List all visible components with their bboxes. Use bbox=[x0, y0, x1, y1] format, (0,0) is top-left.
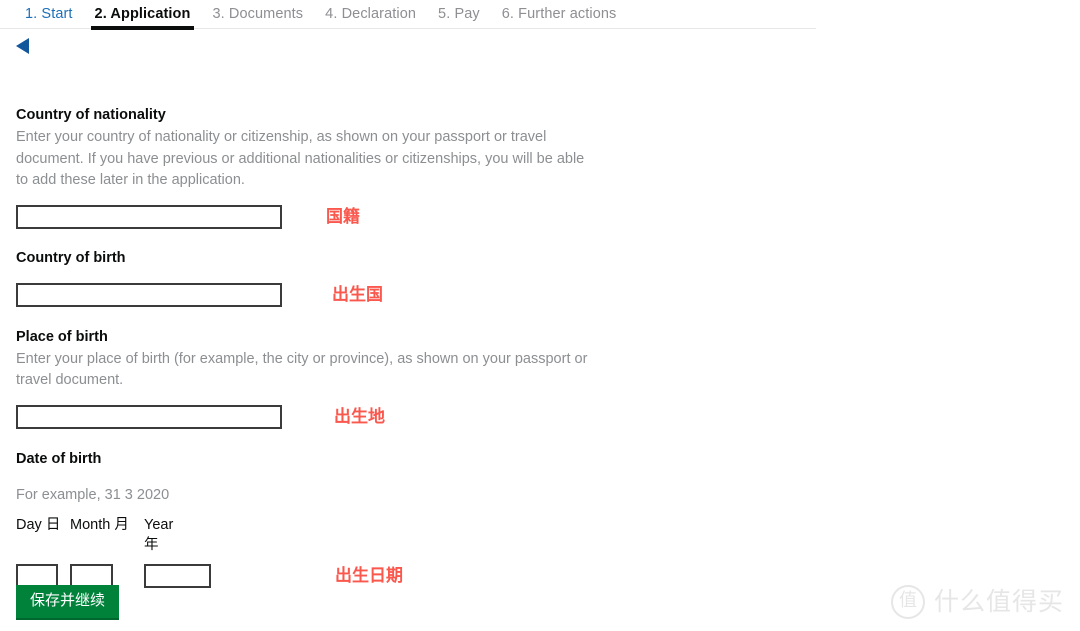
nationality-input[interactable] bbox=[16, 204, 282, 229]
field-country-of-nationality: Country of nationality Enter your countr… bbox=[16, 105, 1056, 229]
tab-start[interactable]: 1. Start bbox=[14, 0, 84, 30]
back-triangle-icon[interactable] bbox=[16, 38, 29, 54]
tab-further-actions[interactable]: 6. Further actions bbox=[491, 0, 628, 30]
date-of-birth-annotation: 出生日期 bbox=[335, 566, 403, 585]
place-of-birth-annotation: 出生地 bbox=[334, 406, 385, 426]
field-date-of-birth: Date of birth For example, 31 3 2020 Day… bbox=[16, 449, 1056, 588]
nationality-annotation: 国籍 bbox=[326, 206, 360, 226]
watermark-badge-icon: 值 bbox=[890, 585, 925, 619]
year-input[interactable] bbox=[144, 564, 211, 588]
date-of-birth-inputs: 出生日期 bbox=[16, 564, 1056, 588]
place-of-birth-hint: Enter your place of birth (for example, … bbox=[16, 350, 588, 389]
date-of-birth-label: Date of birth bbox=[16, 450, 102, 467]
tab-pay[interactable]: 5. Pay bbox=[427, 0, 491, 30]
date-of-birth-labels: Day 日 Month 月 Year 年 bbox=[16, 517, 174, 553]
tab-list: 1. Start 2. Application 3. Documents 4. … bbox=[0, 0, 816, 30]
watermark: 值 什么值得买 bbox=[890, 585, 1064, 619]
tab-documents[interactable]: 3. Documents bbox=[201, 0, 314, 30]
save-and-continue-button[interactable]: 保存并继续 bbox=[16, 585, 120, 620]
field-country-of-birth: Country of birth 出生国 bbox=[16, 248, 1056, 307]
day-label: Day 日 bbox=[16, 517, 61, 533]
progress-tab-bar: 1. Start 2. Application 3. Documents 4. … bbox=[0, 0, 816, 30]
nationality-hint: Enter your country of nationality or cit… bbox=[16, 129, 585, 188]
country-of-birth-input[interactable] bbox=[16, 282, 282, 307]
nationality-label: Country of nationality bbox=[16, 107, 166, 123]
application-form: Country of nationality Enter your countr… bbox=[16, 105, 1056, 588]
tab-application[interactable]: 2. Application bbox=[84, 0, 202, 30]
watermark-text: 什么值得买 bbox=[933, 587, 1064, 616]
place-of-birth-label: Place of birth bbox=[16, 328, 108, 345]
place-of-birth-input[interactable] bbox=[16, 404, 282, 429]
country-of-birth-label: Country of birth bbox=[16, 249, 126, 266]
tab-declaration[interactable]: 4. Declaration bbox=[314, 0, 427, 30]
field-place-of-birth: Place of birth Enter your place of birth… bbox=[16, 327, 1056, 429]
date-of-birth-hint: For example, 31 3 2020 bbox=[16, 486, 170, 503]
month-label: Month 月 bbox=[70, 517, 129, 533]
country-of-birth-annotation: 出生国 bbox=[332, 284, 383, 304]
